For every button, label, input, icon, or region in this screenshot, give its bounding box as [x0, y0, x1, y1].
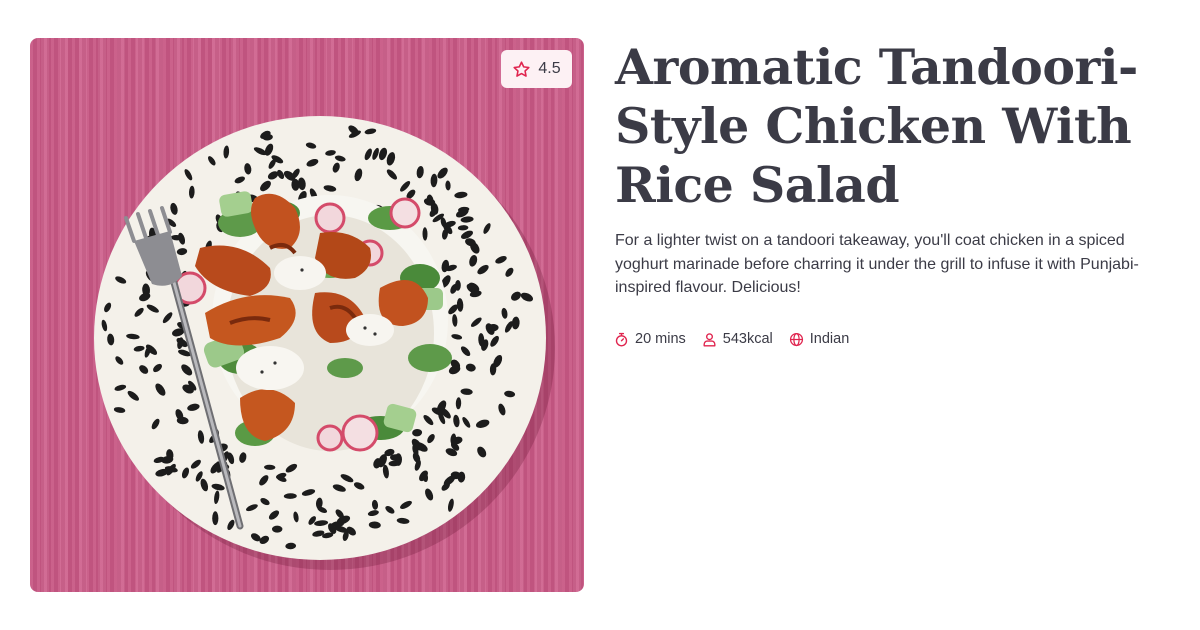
- speckle: [272, 525, 283, 533]
- meta-calories: 543kcal: [702, 331, 773, 347]
- rating-value: 4.5: [538, 60, 561, 77]
- star-icon: [513, 60, 530, 77]
- meta-cook-time: 20 mins: [614, 331, 686, 347]
- meta-label: 20 mins: [635, 331, 686, 347]
- recipe-photo: [30, 38, 584, 592]
- recipe-description: For a lighter twist on a tandoori takeaw…: [615, 232, 1139, 296]
- timer-icon: [615, 332, 628, 346]
- person-icon: [703, 332, 716, 346]
- meta-label: 543kcal: [722, 331, 773, 347]
- meta-cuisine: Indian: [789, 331, 850, 347]
- recipe-meta: 20 mins 543kcal Indian: [614, 331, 849, 347]
- rating-badge: 4.5: [501, 50, 572, 88]
- dish-illustration: [94, 116, 555, 570]
- recipe-title: Aromatic Tandoori-Style Chicken With Ric…: [615, 38, 1138, 214]
- meta-label: Indian: [809, 331, 850, 347]
- speckle: [212, 511, 219, 526]
- globe-icon: [789, 332, 803, 346]
